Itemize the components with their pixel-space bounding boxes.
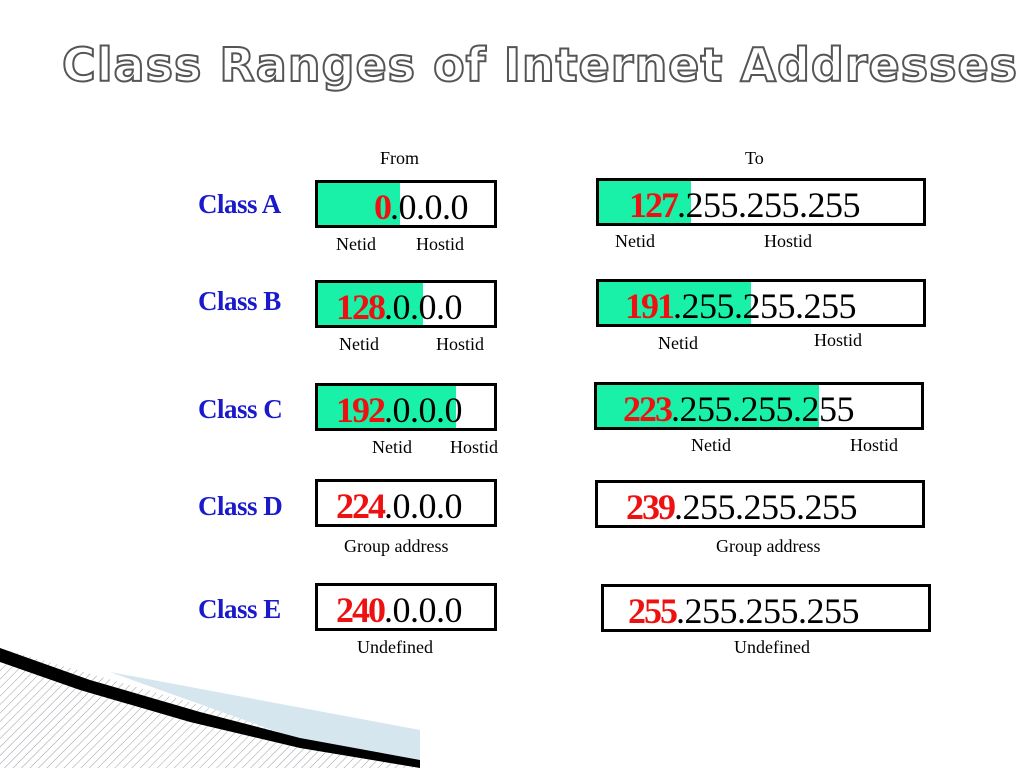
group-address-label: Group address xyxy=(716,536,821,556)
class-a-to-box: 127.255.255.255 xyxy=(596,178,926,226)
class-c-to-box: 223.255.255.255 xyxy=(594,382,924,430)
first-octet: 0 xyxy=(374,187,392,227)
class-a-label: Class A xyxy=(198,189,281,219)
first-octet: 239 xyxy=(626,487,676,527)
class-b-to-address: 191.255.255.255 xyxy=(625,286,857,326)
remaining-octets: .255.255.255 xyxy=(676,591,860,631)
class-e-to-address: 255.255.255.255 xyxy=(628,591,860,631)
undefined-label: Undefined xyxy=(734,637,810,657)
first-octet: 128 xyxy=(336,287,386,327)
class-c-to-address: 223.255.255.255 xyxy=(623,389,855,429)
hostid-label: Hostid xyxy=(416,234,465,254)
first-octet: 224 xyxy=(336,486,386,526)
netid-label: Netid xyxy=(372,437,412,457)
netid-label: Netid xyxy=(691,435,731,455)
remaining-octets: .255.255.255 xyxy=(677,185,861,225)
first-octet: 127 xyxy=(629,185,679,225)
first-octet: 191 xyxy=(625,286,675,326)
remaining-octets: .0.0.0 xyxy=(384,287,463,327)
class-d-label: Class D xyxy=(198,491,283,521)
hostid-label: Hostid xyxy=(850,435,899,455)
first-octet: 240 xyxy=(336,590,386,630)
hostid-label: Hostid xyxy=(436,334,485,354)
class-c-from-box: 192.0.0.0 xyxy=(315,383,497,431)
remaining-octets: .0.0.0 xyxy=(390,187,469,227)
column-header-from: From xyxy=(380,148,420,168)
column-header-to: To xyxy=(745,148,764,168)
undefined-label: Undefined xyxy=(357,637,433,657)
group-address-label: Group address xyxy=(344,536,449,556)
remaining-octets: .255.255.255 xyxy=(671,389,855,429)
netid-label: Netid xyxy=(658,333,698,353)
class-a-from-address: 0.0.0.0 xyxy=(374,187,469,227)
class-d-to-address: 239.255.255.255 xyxy=(626,487,858,527)
netid-label: Netid xyxy=(336,234,376,254)
remaining-octets: .0.0.0 xyxy=(384,390,463,430)
class-d-to-box: 239.255.255.255 xyxy=(595,480,925,528)
class-e-from-address: 240.0.0.0 xyxy=(336,590,463,630)
class-b-from-address: 128.0.0.0 xyxy=(336,287,463,327)
class-d-from-box: 224.0.0.0 xyxy=(315,479,497,527)
remaining-octets: .255.255.255 xyxy=(673,286,857,326)
netid-label: Netid xyxy=(339,334,379,354)
hostid-label: Hostid xyxy=(764,231,813,251)
first-octet: 192 xyxy=(336,390,386,430)
first-octet: 255 xyxy=(628,591,678,631)
remaining-octets: .255.255.255 xyxy=(674,487,858,527)
remaining-octets: .0.0.0 xyxy=(384,590,463,630)
remaining-octets: .0.0.0 xyxy=(384,486,463,526)
netid-label: Netid xyxy=(615,231,655,251)
hostid-label: Hostid xyxy=(814,330,863,350)
class-d-from-address: 224.0.0.0 xyxy=(336,486,463,526)
class-c-from-address: 192.0.0.0 xyxy=(336,390,463,430)
class-b-from-box: 128.0.0.0 xyxy=(315,280,497,328)
class-b-to-box: 191.255.255.255 xyxy=(596,279,926,327)
hostid-label: Hostid xyxy=(450,437,499,457)
class-a-from-box: 0.0.0.0 xyxy=(315,180,497,228)
class-e-from-box: 240.0.0.0 xyxy=(315,583,497,631)
class-c-label: Class C xyxy=(198,394,283,424)
class-a-to-address: 127.255.255.255 xyxy=(629,185,861,225)
class-e-label: Class E xyxy=(198,594,281,624)
class-b-label: Class B xyxy=(198,286,281,316)
slide-title: Class Ranges of Internet Addresses xyxy=(61,37,1019,93)
class-e-to-box: 255.255.255.255 xyxy=(601,584,931,632)
first-octet: 223 xyxy=(623,389,673,429)
